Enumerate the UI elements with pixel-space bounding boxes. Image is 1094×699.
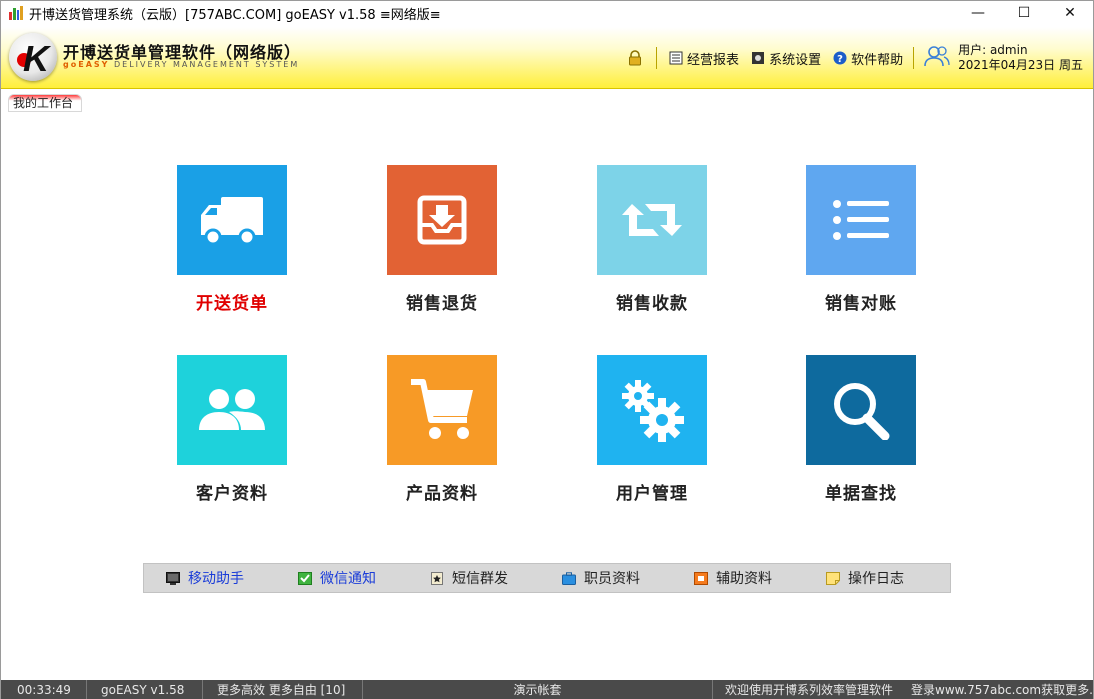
- help-menu[interactable]: ? 软件帮助: [833, 49, 903, 68]
- app-window: 开博送货管理系统（云版）[757ABC.COM] goEASY v1.58 ≡网…: [0, 0, 1094, 699]
- quick-label: 辅助资料: [716, 571, 772, 587]
- quick-sms-broadcast[interactable]: 短信群发: [430, 568, 538, 588]
- menu-separator: [656, 47, 658, 69]
- report-icon: [669, 51, 683, 65]
- tile-label: 开送货单: [196, 294, 268, 314]
- status-welcome: 欢迎使用开博系列效率管理软件: [725, 683, 894, 697]
- user-name: 用户: admin: [958, 43, 1028, 57]
- window-title: 开博送货管理系统（云版）[757ABC.COM] goEASY v1.58 ≡网…: [29, 7, 441, 23]
- quick-wechat-notify[interactable]: 微信通知: [298, 568, 406, 588]
- tile-label: 用户管理: [616, 484, 688, 504]
- tile-sales-return[interactable]: 销售退货: [372, 165, 512, 325]
- tab-workspace[interactable]: 我的工作台: [8, 94, 82, 112]
- tile-label: 客户资料: [196, 484, 268, 504]
- quick-mobile-assistant[interactable]: 移动助手: [166, 568, 274, 588]
- title-bar: 开博送货管理系统（云版）[757ABC.COM] goEASY v1.58 ≡网…: [1, 1, 1093, 25]
- brand-sub-rest: DELIVERY MANAGEMENT SYSTEM: [109, 60, 300, 69]
- gears-icon: [622, 380, 684, 442]
- minimize-button[interactable]: —: [955, 1, 1001, 25]
- tile-label: 单据查找: [825, 484, 897, 504]
- brand-subtitle: goEASY DELIVERY MANAGEMENT SYSTEM: [63, 60, 299, 69]
- menu-separator: [913, 47, 915, 69]
- quick-auxiliary-data[interactable]: 辅助资料: [694, 568, 802, 588]
- tile-icon-box: [806, 355, 916, 465]
- check-icon: [298, 571, 312, 585]
- user-icon: [924, 45, 950, 71]
- retweet-icon: [622, 204, 682, 236]
- app-icon: [9, 6, 23, 20]
- tile-create-delivery[interactable]: 开送货单: [162, 165, 302, 325]
- tile-products[interactable]: 产品资料: [372, 355, 512, 515]
- maximize-button[interactable]: ☐: [1001, 1, 1047, 25]
- current-date: 2021年04月23日 周五: [958, 58, 1083, 72]
- reports-label: 经营报表: [687, 52, 740, 68]
- status-bar: 00:33:49 goEASY v1.58 更多高效 更多自由 [10] 演示帐…: [1, 680, 1094, 699]
- brand-logo: K: [9, 33, 57, 81]
- settings-icon: [751, 51, 765, 65]
- user-info: 用户: admin 2021年04月23日 周五: [924, 43, 1083, 73]
- tile-sales-reconcile[interactable]: 销售对账: [791, 165, 931, 325]
- lock-button[interactable]: [628, 50, 646, 66]
- tile-user-management[interactable]: 用户管理: [582, 355, 722, 515]
- help-icon: ?: [833, 51, 847, 65]
- tile-document-search[interactable]: 单据查找: [791, 355, 931, 515]
- tile-sales-receipt[interactable]: 销售收款: [582, 165, 722, 325]
- search-icon: [834, 383, 890, 440]
- list-icon: [833, 200, 889, 240]
- user-lines: 用户: admin 2021年04月23日 周五: [958, 43, 1083, 73]
- note-icon: [826, 571, 840, 585]
- status-version: goEASY v1.58: [87, 680, 203, 699]
- help-label: 软件帮助: [851, 52, 904, 68]
- app-header: K 开博送货单管理软件（网络版） goEASY DELIVERY MANAGEM…: [1, 27, 1093, 89]
- cart-icon: [411, 379, 473, 439]
- header-menu: 经营报表 系统设置 ? 软件帮助 用户: admin 2021年04月23日 周…: [616, 41, 1083, 75]
- status-account: 演示帐套: [363, 680, 713, 699]
- settings-menu[interactable]: 系统设置: [751, 49, 821, 68]
- quick-operation-log[interactable]: 操作日志: [826, 568, 934, 588]
- window-controls: — ☐ ✕: [955, 1, 1093, 25]
- status-slogan: 更多高效 更多自由 [10]: [203, 680, 363, 699]
- tile-label: 销售对账: [825, 294, 897, 314]
- quick-label: 移动助手: [188, 571, 244, 587]
- tile-customers[interactable]: 客户资料: [162, 355, 302, 515]
- tile-label: 销售收款: [616, 294, 688, 314]
- star-note-icon: [431, 571, 443, 585]
- inbox-download-icon: [417, 195, 467, 245]
- tile-icon-box: [387, 165, 497, 275]
- reports-menu[interactable]: 经营报表: [669, 49, 739, 68]
- quick-staff-info[interactable]: 职员资料: [562, 568, 670, 588]
- status-time: 00:33:49: [1, 680, 87, 699]
- users-icon: [199, 389, 265, 430]
- logo-letter: K: [23, 38, 49, 79]
- tile-icon-box: [177, 355, 287, 465]
- tile-icon-box: [177, 165, 287, 275]
- lock-icon: [628, 50, 642, 66]
- monitor-icon: [166, 571, 180, 585]
- tile-icon-box: [806, 165, 916, 275]
- quick-label: 短信群发: [452, 571, 508, 587]
- quick-label: 操作日志: [848, 571, 904, 587]
- tile-icon-box: [387, 355, 497, 465]
- svg-text:?: ?: [837, 54, 843, 65]
- quick-access-bar: 移动助手 微信通知 短信群发 职员资料 辅助资料 操作日志: [143, 563, 951, 593]
- quick-label: 微信通知: [320, 571, 376, 587]
- tile-icon-box: [597, 165, 707, 275]
- tile-label: 产品资料: [406, 484, 478, 504]
- box-icon: [694, 571, 708, 585]
- truck-icon: [201, 197, 263, 246]
- quick-label: 职员资料: [584, 571, 640, 587]
- settings-label: 系统设置: [769, 52, 822, 68]
- status-login-link[interactable]: 登录www.757abc.com获取更多...: [907, 680, 1094, 699]
- tile-icon-box: [597, 355, 707, 465]
- brand-sub-highlight: goEASY: [63, 60, 110, 69]
- briefcase-icon: [562, 571, 576, 585]
- close-button[interactable]: ✕: [1047, 1, 1093, 25]
- tile-label: 销售退货: [406, 294, 478, 314]
